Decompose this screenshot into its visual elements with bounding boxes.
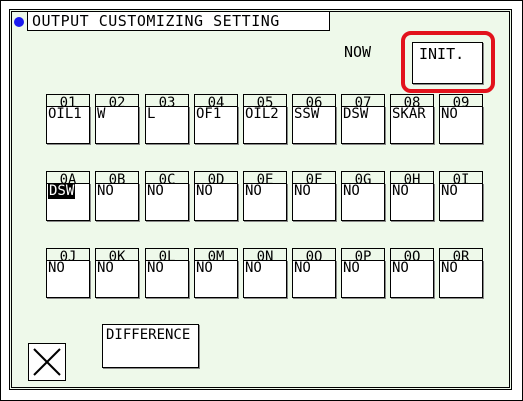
output-button-08[interactable]: 08 SKAR: [390, 94, 434, 144]
output-button-0q[interactable]: 0Q NO: [390, 248, 434, 298]
output-value-text: NO: [294, 183, 311, 199]
output-value-text: L: [147, 106, 156, 122]
output-value-text: NO: [147, 183, 164, 199]
output-value: NO: [390, 183, 434, 221]
output-value-text: NO: [147, 260, 164, 276]
output-value-text: NO: [97, 183, 114, 199]
now-label: NOW: [344, 43, 372, 61]
output-button-0d[interactable]: 0D NO: [194, 171, 238, 221]
output-button-0p[interactable]: 0P NO: [341, 248, 385, 298]
output-value-text: SKAR: [392, 106, 426, 122]
output-value-text: OIL1: [48, 106, 82, 122]
output-value: NO: [194, 260, 238, 298]
output-value: L: [145, 106, 189, 144]
output-value-text: NO: [245, 260, 262, 276]
output-value-text: NO: [392, 260, 409, 276]
output-value: NO: [145, 183, 189, 221]
output-button-0f[interactable]: 0F NO: [292, 171, 336, 221]
output-value-text: NO: [196, 260, 213, 276]
output-value-text: NO: [245, 183, 262, 199]
output-button-0h[interactable]: 0H NO: [390, 171, 434, 221]
output-value-text: NO: [196, 183, 213, 199]
output-value: NO: [341, 260, 385, 298]
output-button-0n[interactable]: 0N NO: [243, 248, 287, 298]
output-button-09[interactable]: 09 NO: [439, 94, 483, 144]
output-value-text: NO: [441, 183, 458, 199]
output-value: NO: [243, 183, 287, 221]
output-value: NO: [95, 183, 139, 221]
output-button-01[interactable]: 01 OIL1: [46, 94, 90, 144]
output-value: NO: [243, 260, 287, 298]
output-value-text: SSW: [294, 106, 320, 122]
output-value: DSW: [46, 183, 90, 221]
output-value-text: DSW: [343, 106, 369, 122]
output-value: NO: [95, 260, 139, 298]
output-value: NO: [194, 183, 238, 221]
difference-button[interactable]: DIFFERENCE: [102, 324, 199, 368]
output-value: SKAR: [390, 106, 434, 144]
screen-title: OUTPUT CUSTOMIZING SETTING: [27, 11, 330, 31]
x-close-icon: [33, 348, 61, 376]
output-value: NO: [292, 260, 336, 298]
output-value-text: NO: [343, 260, 360, 276]
output-value: NO: [439, 106, 483, 144]
output-button-07[interactable]: 07 DSW: [341, 94, 385, 144]
init-button[interactable]: INIT.: [412, 42, 483, 84]
output-value-text: NO: [294, 260, 311, 276]
close-button[interactable]: [28, 343, 66, 381]
output-value-text: NO: [441, 106, 458, 122]
output-value: OF1: [194, 106, 238, 144]
output-button-05[interactable]: 05 OIL2: [243, 94, 287, 144]
output-value: NO: [292, 183, 336, 221]
output-value-text: NO: [441, 260, 458, 276]
output-button-0o[interactable]: 0O NO: [292, 248, 336, 298]
output-value-text: NO: [97, 260, 114, 276]
output-value: NO: [341, 183, 385, 221]
output-button-0i[interactable]: 0I NO: [439, 171, 483, 221]
output-button-0g[interactable]: 0G NO: [341, 171, 385, 221]
output-button-0l[interactable]: 0L NO: [145, 248, 189, 298]
output-value: W: [95, 106, 139, 144]
output-value: OIL2: [243, 106, 287, 144]
output-value: NO: [145, 260, 189, 298]
output-button-0b[interactable]: 0B NO: [95, 171, 139, 221]
output-value-text: NO: [48, 260, 65, 276]
output-button-02[interactable]: 02 W: [95, 94, 139, 144]
output-value: OIL1: [46, 106, 90, 144]
output-value-text: W: [97, 106, 106, 122]
output-button-0c[interactable]: 0C NO: [145, 171, 189, 221]
output-value: DSW: [341, 106, 385, 144]
output-button-0r[interactable]: 0R NO: [439, 248, 483, 298]
output-value-text: OIL2: [245, 106, 279, 122]
output-value: NO: [46, 260, 90, 298]
output-value: SSW: [292, 106, 336, 144]
output-value-text: DSW: [48, 183, 76, 199]
output-button-0m[interactable]: 0M NO: [194, 248, 238, 298]
output-button-0e[interactable]: 0E NO: [243, 171, 287, 221]
output-button-0a[interactable]: 0A DSW: [46, 171, 90, 221]
output-value: NO: [439, 260, 483, 298]
output-value-text: NO: [392, 183, 409, 199]
output-button-0k[interactable]: 0K NO: [95, 248, 139, 298]
output-button-04[interactable]: 04 OF1: [194, 94, 238, 144]
output-value: NO: [390, 260, 434, 298]
output-button-03[interactable]: 03 L: [145, 94, 189, 144]
output-button-06[interactable]: 06 SSW: [292, 94, 336, 144]
status-dot-icon: [14, 17, 24, 27]
output-button-0j[interactable]: 0J NO: [46, 248, 90, 298]
output-value-text: NO: [343, 183, 360, 199]
output-value-text: OF1: [196, 106, 222, 122]
output-value: NO: [439, 183, 483, 221]
